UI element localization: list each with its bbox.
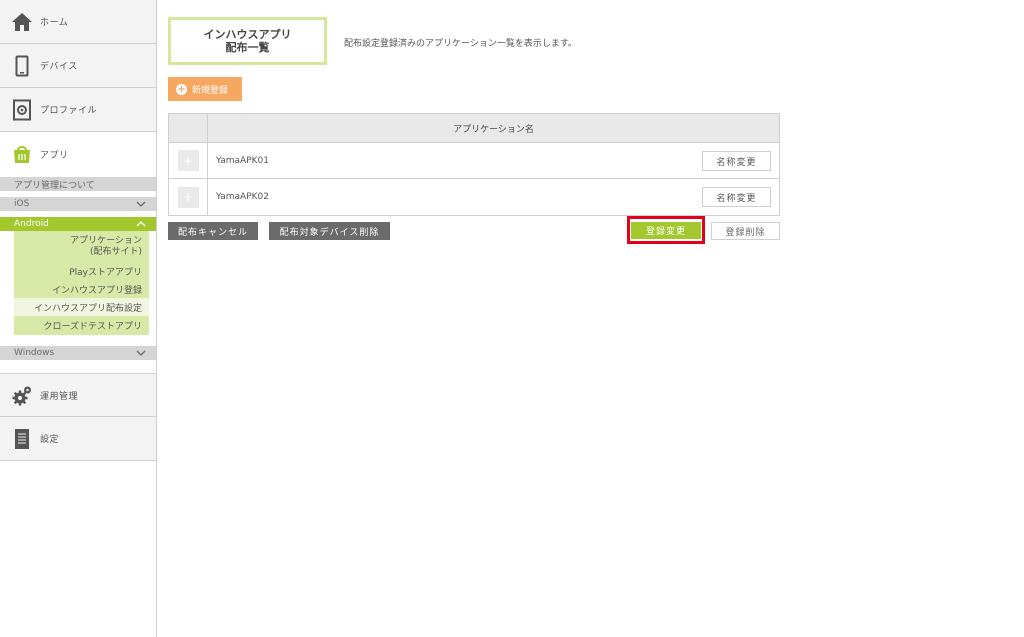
register-delete-button[interactable]: 登録削除 (711, 222, 780, 240)
profile-gear-icon (11, 99, 33, 121)
app-management-label: アプリ管理について (14, 180, 95, 191)
android-item-inhouse-distribution-label: インハウスアプリ配布設定 (33, 303, 142, 314)
nav-home-label: ホーム (40, 18, 69, 28)
distribution-cancel-button[interactable]: 配布キャンセル (168, 222, 258, 240)
rename-button[interactable]: 名称変更 (702, 151, 771, 171)
plus-circle-icon: + (176, 83, 187, 95)
rename-button[interactable]: 名称変更 (702, 187, 771, 207)
table-row: + YamaAPK02 名称変更 (169, 179, 779, 215)
app-table: アプリケーション名 + YamaAPK01 名称変更 + YamaAPK02 名… (168, 113, 780, 216)
table-header-blank (169, 114, 208, 142)
column-header-app-name: アプリケーション名 (453, 124, 534, 135)
page-title-line2: 配布一覧 (225, 41, 270, 54)
table-header: アプリケーション名 (169, 114, 779, 143)
nav-operations-label: 運用管理 (40, 391, 79, 402)
nav-operations[interactable]: 運用管理 (0, 373, 156, 417)
android-label: Android (14, 219, 49, 229)
nav-settings[interactable]: 設定 (0, 417, 156, 461)
ios-section[interactable]: iOS (0, 197, 156, 211)
app-shopping-bag-icon (11, 143, 33, 165)
android-item-closed-test[interactable]: クローズドテストアプリ (14, 316, 149, 335)
gears-icon (11, 385, 33, 407)
new-register-button[interactable]: + 新規登録 (168, 77, 242, 101)
document-settings-icon (11, 428, 33, 450)
smartphone-icon (11, 55, 33, 77)
android-item-inhouse-register-label: インハウスアプリ登録 (51, 285, 142, 296)
register-change-button[interactable]: 登録変更 (631, 222, 701, 239)
page-description: 配布設定登録済みのアプリケーション一覧を表示します。 (344, 39, 577, 49)
nav-home[interactable]: ホーム (0, 0, 156, 44)
sidebar: ホーム デバイス プロファイル アプリ アプリ管理について iOS Androi… (0, 0, 157, 637)
android-item-closed-test-label: クローズドテストアプリ (43, 322, 142, 332)
android-item-playstore[interactable]: Playストアアプリ (14, 262, 149, 280)
nav-app-label: アプリ (40, 150, 69, 161)
new-register-label: 新規登録 (192, 85, 229, 96)
android-item-inhouse-distribution[interactable]: インハウスアプリ配布設定 (14, 298, 149, 316)
chevron-up-icon (136, 221, 146, 227)
nav-settings-label: 設定 (40, 435, 60, 445)
home-icon (11, 11, 33, 33)
nav-profile[interactable]: プロファイル (0, 88, 156, 132)
android-item-inhouse-register[interactable]: インハウスアプリ登録 (14, 280, 149, 298)
expand-plus-icon[interactable]: + (177, 150, 199, 171)
windows-section[interactable]: Windows (0, 346, 156, 360)
android-item-application[interactable]: アプリケーション (配布サイト) (14, 231, 149, 262)
android-section[interactable]: Android (0, 217, 156, 231)
nav-device[interactable]: デバイス (0, 44, 156, 88)
windows-label: Windows (14, 348, 55, 358)
page-title: インハウスアプリ 配布一覧 (168, 17, 327, 65)
nav-app[interactable]: アプリ (0, 132, 156, 176)
page-title-line1: インハウスアプリ (203, 28, 292, 41)
android-item-playstore-label: Playストアアプリ (69, 267, 142, 278)
table-row: + YamaAPK01 名称変更 (169, 143, 779, 179)
expand-plus-icon[interactable]: + (177, 186, 199, 208)
ios-label: iOS (14, 199, 30, 209)
delete-target-devices-button[interactable]: 配布対象デバイス削除 (269, 222, 390, 240)
app-name-cell: YamaAPK02 (216, 192, 269, 202)
android-item-application-label: アプリケーション (70, 235, 142, 246)
chevron-down-icon (136, 350, 146, 356)
chevron-down-icon (136, 201, 146, 207)
app-name-cell: YamaAPK01 (216, 155, 269, 166)
app-management-item[interactable]: アプリ管理について (0, 177, 156, 191)
nav-profile-label: プロファイル (40, 106, 98, 116)
android-item-application-sublabel: (配布サイト) (89, 246, 142, 257)
nav-device-label: デバイス (40, 62, 78, 72)
